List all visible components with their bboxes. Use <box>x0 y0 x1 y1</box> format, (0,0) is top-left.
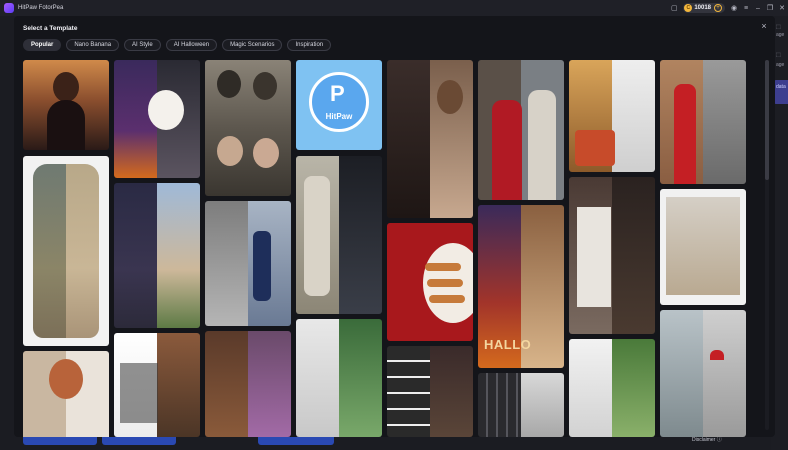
template-card-dress-portrait[interactable] <box>387 60 473 218</box>
sidebar-item-a-label: age <box>776 32 785 38</box>
template-card-film-strip[interactable] <box>387 346 473 437</box>
template-card-hitpaw-logo[interactable]: P HitPaw <box>296 60 382 150</box>
template-card-pencil-portrait[interactable] <box>569 177 655 334</box>
window-close-icon[interactable]: ✕ <box>776 0 788 16</box>
template-card-couple-red-dress[interactable] <box>478 60 564 200</box>
account-icon[interactable]: ◉ <box>728 0 740 16</box>
grid-scrollbar-thumb[interactable] <box>765 60 769 180</box>
template-card-dancer-sketch[interactable] <box>205 201 291 326</box>
bottom-button-3[interactable] <box>258 437 334 445</box>
template-card-keyboard[interactable] <box>478 373 564 437</box>
template-grid: P HitPaw HALLO <box>23 60 771 437</box>
template-card-red-dress-studio[interactable] <box>660 60 746 184</box>
sidebar-item-c-label: data <box>776 84 786 90</box>
tasks-icon[interactable]: ▢ <box>668 0 680 16</box>
template-card-manga-horse[interactable] <box>569 339 655 437</box>
tab-inspiration[interactable]: Inspiration <box>287 39 332 51</box>
template-card-building-sketch[interactable] <box>114 333 200 437</box>
tab-magic-scenarios[interactable]: Magic Scenarios <box>222 39 283 51</box>
add-credits-icon[interactable]: + <box>714 4 722 12</box>
close-icon[interactable]: × <box>759 21 769 31</box>
sidebar-item-active[interactable]: data <box>773 80 788 104</box>
template-card-vintage-photo[interactable] <box>205 60 291 196</box>
bottom-button-2[interactable] <box>102 437 176 445</box>
template-card-traditional-costume[interactable] <box>296 156 382 314</box>
bottom-button-1[interactable] <box>23 437 97 445</box>
minimize-icon[interactable]: – <box>752 0 764 16</box>
modal-title: Select a Template <box>23 25 78 32</box>
app-title: HitPaw FotorPea <box>18 5 64 11</box>
template-card-red-hat[interactable] <box>660 310 746 437</box>
template-card-halloween-witch[interactable]: HALLO <box>478 205 564 368</box>
template-card-garden-sketch[interactable] <box>296 319 382 437</box>
template-card-redhead-portrait[interactable] <box>23 351 109 437</box>
tab-ai-style[interactable]: AI Style <box>124 39 161 51</box>
category-tabs: Popular Nano Banana AI Style AI Hallowee… <box>23 39 332 51</box>
template-card-cartoon-couple[interactable] <box>205 331 291 437</box>
credits-badge[interactable]: C 10018 + <box>683 3 725 13</box>
title-bar: HitPaw FotorPea ▢ C 10018 + ◉ ≡ – ❐ ✕ <box>0 0 788 16</box>
template-card-sunset-portrait[interactable] <box>23 60 109 150</box>
sidebar-item-b-label: age <box>776 62 785 68</box>
hitpaw-logo-icon: P HitPaw <box>309 72 369 132</box>
tab-popular[interactable]: Popular <box>23 39 62 51</box>
hitpaw-logo-text: HitPaw <box>325 112 353 121</box>
coin-icon: C <box>684 4 693 12</box>
app-logo-icon <box>4 3 14 13</box>
halloween-card-text: HALLO <box>484 337 532 352</box>
tab-nano-banana[interactable]: Nano Banana <box>66 39 120 51</box>
title-bar-controls: ▢ C 10018 + ◉ ≡ – ❐ ✕ <box>668 0 788 16</box>
credits-count: 10018 <box>694 5 711 11</box>
sidebar-item-a-icon[interactable]: ⬚ <box>776 24 788 30</box>
grid-scrollbar[interactable] <box>765 60 769 430</box>
sidebar-item-b-icon[interactable]: ⬚ <box>776 52 788 58</box>
maximize-icon[interactable]: ❐ <box>764 0 776 16</box>
menu-icon[interactable]: ≡ <box>740 0 752 16</box>
template-card-friends-photo[interactable] <box>660 189 746 305</box>
template-card-sitting-woman[interactable] <box>569 60 655 172</box>
template-card-statue-head[interactable] <box>23 156 109 346</box>
template-card-house-day-night[interactable] <box>114 183 200 328</box>
template-modal: Select a Template × Popular Nano Banana … <box>14 16 775 437</box>
template-card-halloween-dog[interactable] <box>114 60 200 178</box>
template-card-cookies-plate[interactable] <box>387 223 473 341</box>
disclaimer-link[interactable]: Disclaimer ⓘ <box>692 436 722 443</box>
tab-ai-halloween[interactable]: AI Halloween <box>165 39 218 51</box>
